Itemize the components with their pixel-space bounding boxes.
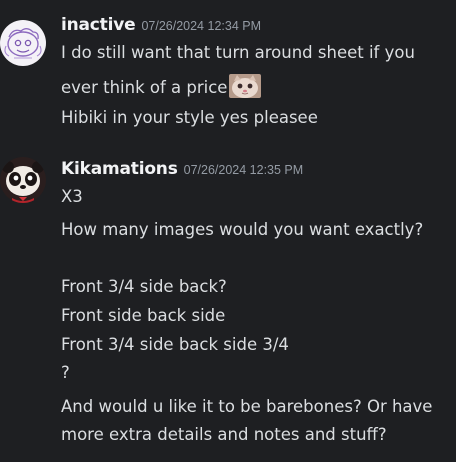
avatar[interactable]: [0, 157, 46, 203]
username[interactable]: Kikamations: [61, 159, 178, 179]
message-text-line: I do still want that turn around sheet i…: [61, 43, 415, 62]
message-header: inactive 07/26/2024 12:34 PM: [61, 15, 261, 35]
message-text-line: How many images would you want exactly?: [61, 220, 424, 239]
panda-character-avatar-icon: [0, 157, 46, 203]
message-text-line: ?: [61, 363, 70, 382]
timestamp[interactable]: 07/26/2024 12:34 PM: [141, 19, 261, 33]
message-text: ever think of a price: [61, 78, 228, 97]
message-text-line: Front 3/4 side back?: [61, 277, 227, 296]
message-text-line: And would u like it to be barebones? Or …: [61, 397, 433, 416]
message-header: Kikamations 07/26/2024 12:35 PM: [61, 159, 303, 179]
message-text-line: Front 3/4 side back side 3/4: [61, 335, 289, 354]
kitten-face-emoji-icon[interactable]: [229, 74, 262, 98]
message-text-line: more extra details and notes and stuff?: [61, 425, 387, 444]
message-text-line: ever think of a price: [61, 74, 262, 99]
avatar[interactable]: [0, 20, 46, 66]
message-text-line: Front side back side: [61, 306, 226, 325]
username[interactable]: inactive: [61, 15, 136, 35]
sketch-doodle-avatar-icon: [0, 20, 46, 66]
message-text-line: X3: [61, 187, 83, 206]
message-text-line: Hibiki in your style yes pleasee: [61, 108, 318, 127]
timestamp[interactable]: 07/26/2024 12:35 PM: [184, 163, 304, 177]
